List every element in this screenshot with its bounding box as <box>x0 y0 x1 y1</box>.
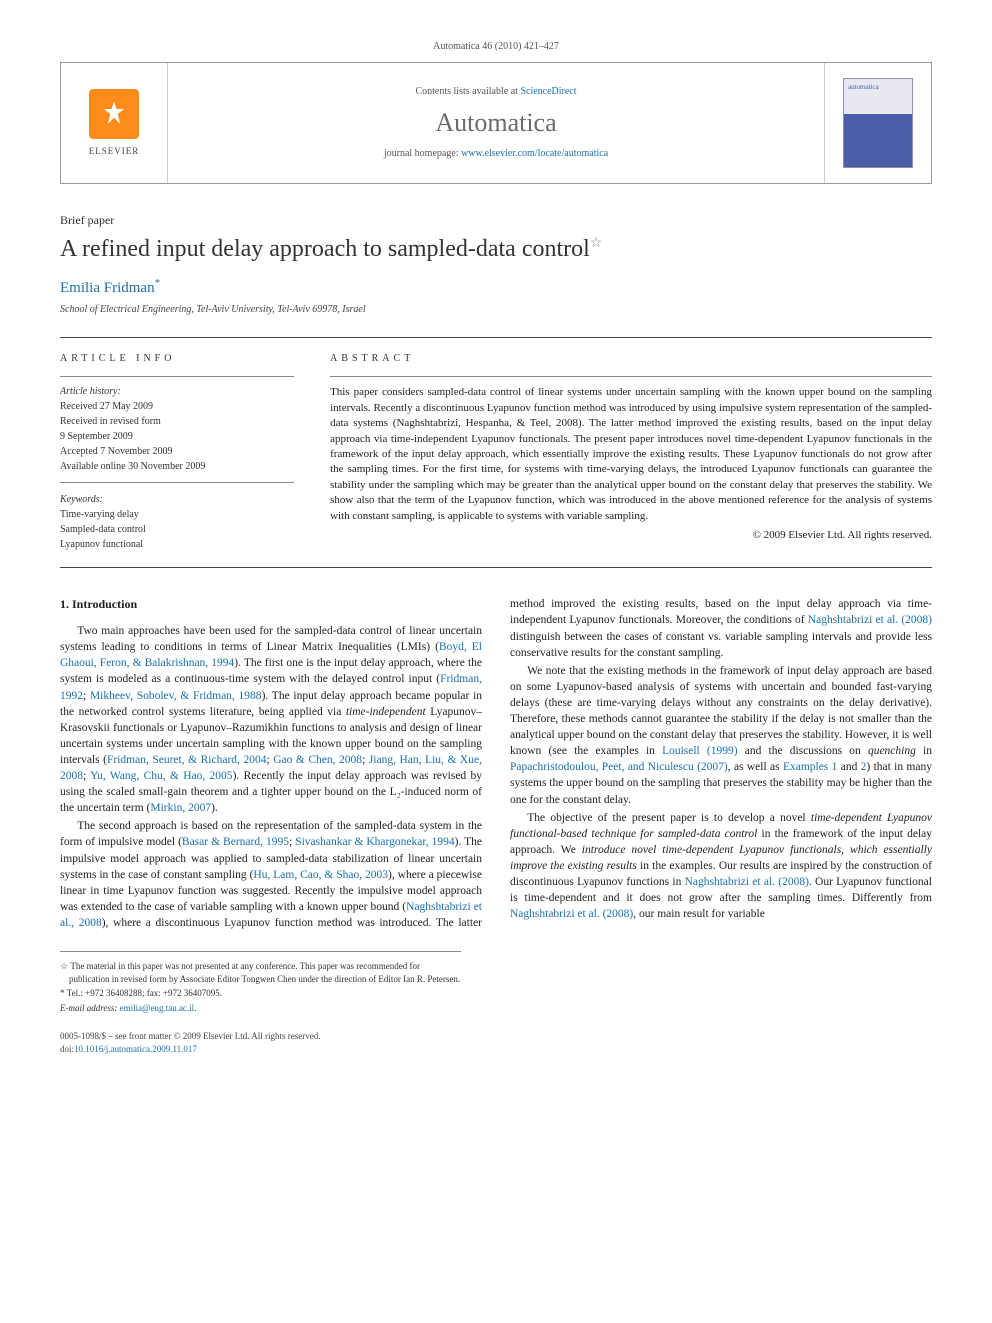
citation-link[interactable]: Fridman, Seuret, & Richard, 2004 <box>107 754 266 766</box>
keywords-label: Keywords: <box>60 493 294 507</box>
doi-link[interactable]: 10.1016/j.automatica.2009.11.017 <box>74 1044 197 1054</box>
email-link[interactable]: emilia@eng.tau.ac.il <box>120 1003 195 1013</box>
footnote: * Tel.: +972 36408288; fax: +972 3640709… <box>60 987 461 1000</box>
publisher-name: ELSEVIER <box>89 145 140 158</box>
contents-prefix: Contents lists available at <box>415 86 520 97</box>
footnote-marker: * <box>60 988 65 998</box>
elsevier-tree-icon <box>89 89 139 139</box>
history-line: 9 September 2009 <box>60 430 294 444</box>
paper-title: A refined input delay approach to sample… <box>60 233 932 267</box>
abstract-text: This paper considers sampled-data contro… <box>330 385 932 524</box>
journal-center: Contents lists available at ScienceDirec… <box>168 63 824 183</box>
history-line: Received in revised form <box>60 415 294 429</box>
meta-abstract-row: ARTICLE INFO Article history: Received 2… <box>60 337 932 568</box>
abstract-column: ABSTRACT This paper considers sampled-da… <box>312 338 932 567</box>
author-affiliation: School of Electrical Engineering, Tel-Av… <box>60 303 932 317</box>
email-label: E-mail address: <box>60 1003 120 1013</box>
footnotes: ☆ The material in this paper was not pre… <box>60 951 461 1014</box>
section-heading: 1. Introduction <box>60 596 482 613</box>
citation-link[interactable]: Hu, Lam, <box>253 869 300 881</box>
author-text: Emilia Fridman <box>60 280 155 296</box>
footnote-marker: ☆ <box>60 961 68 971</box>
paper-type: Brief paper <box>60 212 932 229</box>
divider <box>330 376 932 377</box>
citation-link[interactable]: Yu, Wang, Chu, & Hao, 2005 <box>90 770 232 782</box>
publisher-logo: ELSEVIER <box>61 63 168 183</box>
footnote: E-mail address: emilia@eng.tau.ac.il. <box>60 1002 461 1015</box>
keyword: Lyapunov functional <box>60 538 294 552</box>
citation-link[interactable]: Louisell (1999) <box>662 745 738 757</box>
author-corresponding-marker: * <box>155 277 161 289</box>
paragraph: The objective of the present paper is to… <box>510 810 932 923</box>
journal-cover-thumb: automatica <box>824 63 931 183</box>
citation-link[interactable]: Cao, & Shao, 2003 <box>300 869 388 881</box>
sciencedirect-link[interactable]: ScienceDirect <box>520 86 576 97</box>
history-label: Article history: <box>60 385 294 399</box>
footer-copyright: 0005-1098/$ – see front matter © 2009 El… <box>60 1030 321 1055</box>
divider <box>60 376 294 377</box>
keyword: Time-varying delay <box>60 508 294 522</box>
body-text: 1. Introduction Two main approaches have… <box>60 596 932 931</box>
citation-link[interactable]: Naghshtabrizi et al. (2008) <box>808 614 932 626</box>
keyword: Sampled-data control <box>60 523 294 537</box>
page-footer: 0005-1098/$ – see front matter © 2009 El… <box>60 1030 932 1055</box>
article-info-label: ARTICLE INFO <box>60 352 294 366</box>
citation-link[interactable]: Naghshtabrizi et al. (2008) <box>510 908 633 920</box>
paragraph: We note that the existing methods in the… <box>510 663 932 808</box>
footnote: ☆ The material in this paper was not pre… <box>60 960 461 985</box>
doi-prefix: doi: <box>60 1044 74 1054</box>
journal-name: Automatica <box>168 105 824 141</box>
citation-link[interactable]: Examples 1 <box>783 761 837 773</box>
page-citation: Automatica 46 (2010) 421–427 <box>60 40 932 54</box>
divider <box>60 482 294 483</box>
paragraph: Two main approaches have been used for t… <box>60 623 482 816</box>
abstract-copyright: © 2009 Elsevier Ltd. All rights reserved… <box>330 528 932 543</box>
title-footnote-marker: ☆ <box>590 236 603 251</box>
emphasis: time-independent <box>346 706 426 718</box>
homepage-prefix: journal homepage: <box>384 148 461 159</box>
citation-link[interactable]: Sivashankar & Khargonekar, 1994 <box>295 836 454 848</box>
article-info-column: ARTICLE INFO Article history: Received 2… <box>60 338 312 567</box>
abstract-label: ABSTRACT <box>330 352 932 366</box>
title-text: A refined input delay approach to sample… <box>60 236 590 262</box>
citation-link[interactable]: Gao & Chen, 2008 <box>273 754 362 766</box>
history-line: Accepted 7 November 2009 <box>60 445 294 459</box>
author-name[interactable]: Emilia Fridman* <box>60 276 932 299</box>
citation-link[interactable]: Basar & Bernard, 1995 <box>182 836 289 848</box>
citation-link[interactable]: Mirkin, 2007 <box>150 802 211 814</box>
emphasis: quenching <box>868 745 916 757</box>
citation-link[interactable]: Papachristodoulou, Peet, and Niculescu (… <box>510 761 728 773</box>
journal-header-box: ELSEVIER Contents lists available at Sci… <box>60 62 932 184</box>
cover-image: automatica <box>843 78 913 168</box>
citation-link[interactable]: Mikheev, Sobolev, & Fridman, 1988 <box>90 690 262 702</box>
homepage-link[interactable]: www.elsevier.com/locate/automatica <box>461 148 608 159</box>
history-line: Received 27 May 2009 <box>60 400 294 414</box>
citation-link[interactable]: Naghshtabrizi et al. (2008) <box>685 876 809 888</box>
history-line: Available online 30 November 2009 <box>60 460 294 474</box>
